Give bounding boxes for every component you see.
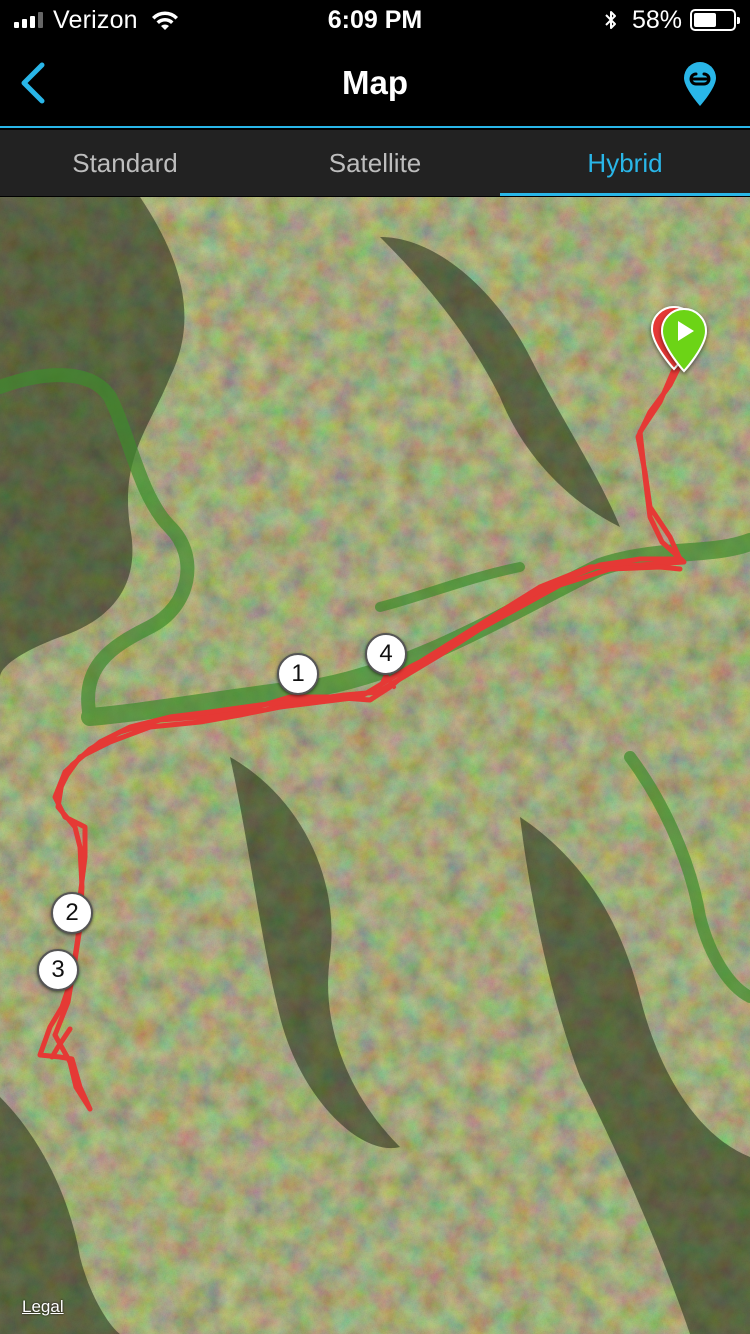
tab-standard[interactable]: Standard: [0, 130, 250, 196]
status-right: 58%: [604, 5, 740, 34]
battery-percent: 58%: [631, 5, 682, 34]
lap-marker-4[interactable]: 4: [365, 633, 407, 675]
map-type-tabs: Standard Satellite Hybrid: [0, 130, 750, 196]
status-bar: Verizon 6:09 PM 58%: [0, 0, 750, 40]
route-pin-icon[interactable]: [680, 60, 720, 108]
battery-icon: [690, 9, 740, 31]
tab-satellite[interactable]: Satellite: [250, 130, 500, 196]
battery-fill: [694, 13, 716, 27]
battery-cap: [737, 17, 740, 24]
legal-link[interactable]: Legal: [22, 1297, 64, 1317]
tab-hybrid[interactable]: Hybrid: [500, 130, 750, 196]
satellite-map: [0, 197, 750, 1334]
lap-marker-2[interactable]: 2: [51, 892, 93, 934]
map-view[interactable]: 1 2 3 4 Legal: [0, 197, 750, 1334]
page-title: Map: [342, 64, 408, 101]
lap-marker-1[interactable]: 1: [277, 653, 319, 695]
nav-bar: Map: [0, 40, 750, 128]
bluetooth-icon: [605, 11, 616, 29]
lap-marker-3[interactable]: 3: [37, 949, 79, 991]
